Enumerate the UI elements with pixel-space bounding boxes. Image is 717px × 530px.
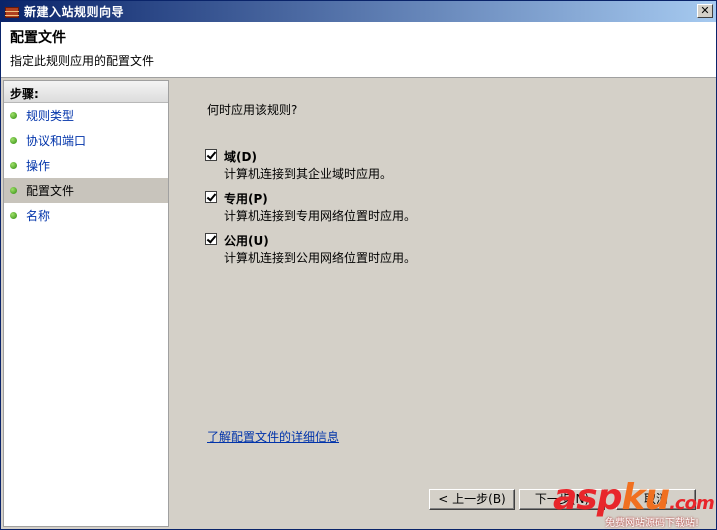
steps-heading: 步骤: [4, 81, 168, 103]
page-subtitle: 指定此规则应用的配置文件 [10, 54, 155, 68]
private-checkbox[interactable] [205, 191, 217, 203]
domain-label[interactable]: 域(D) [224, 148, 257, 165]
main-panel: 何时应用该规则? 域(D) 计算机连接到其企业域时应用。 专用(P) 计算机连接… [172, 80, 716, 529]
wizard-header: 配置文件 指定此规则应用的配置文件 [1, 22, 716, 78]
sidebar-step-item[interactable]: 规则类型 [4, 103, 168, 128]
close-button[interactable]: ✕ [697, 4, 713, 18]
public-checkbox[interactable] [205, 233, 217, 245]
domain-checkbox[interactable] [205, 149, 217, 161]
sidebar-step-item[interactable]: 配置文件 [4, 178, 168, 203]
public-label[interactable]: 公用(U) [224, 232, 269, 249]
domain-description: 计算机连接到其企业域时应用。 [224, 167, 393, 181]
sidebar-step-label: 操作 [26, 159, 51, 173]
sidebar-step-item[interactable]: 协议和端口 [4, 128, 168, 153]
private-description: 计算机连接到专用网络位置时应用。 [224, 209, 417, 223]
sidebar-step-label: 配置文件 [26, 184, 75, 198]
next-button[interactable]: 下一步(N) [519, 489, 605, 510]
step-bullet-icon [10, 112, 17, 119]
private-label[interactable]: 专用(P) [224, 190, 268, 207]
sidebar-step-label: 规则类型 [26, 109, 75, 123]
title-bar[interactable]: 新建入站规则向导 ✕ [1, 1, 716, 22]
step-bullet-icon [10, 187, 17, 194]
public-description: 计算机连接到公用网络位置时应用。 [224, 251, 417, 265]
cancel-button[interactable]: 取消 [616, 489, 696, 510]
firewall-icon [4, 4, 20, 20]
steps-sidebar: 步骤: 规则类型协议和端口操作配置文件名称 [3, 80, 169, 527]
question-label: 何时应用该规则? [207, 103, 298, 117]
sidebar-step-item[interactable]: 操作 [4, 153, 168, 178]
step-bullet-icon [10, 137, 17, 144]
step-bullet-icon [10, 162, 17, 169]
sidebar-step-label: 名称 [26, 209, 51, 223]
learn-more-link[interactable]: 了解配置文件的详细信息 [207, 428, 339, 445]
back-button[interactable]: < 上一步(B) [429, 489, 515, 510]
window-title: 新建入站规则向导 [24, 5, 125, 19]
sidebar-step-label: 协议和端口 [26, 134, 87, 148]
page-title: 配置文件 [10, 30, 66, 46]
sidebar-step-item[interactable]: 名称 [4, 203, 168, 228]
step-bullet-icon [10, 212, 17, 219]
wizard-window: 新建入站规则向导 ✕ 配置文件 指定此规则应用的配置文件 步骤: 规则类型协议和… [0, 0, 717, 530]
